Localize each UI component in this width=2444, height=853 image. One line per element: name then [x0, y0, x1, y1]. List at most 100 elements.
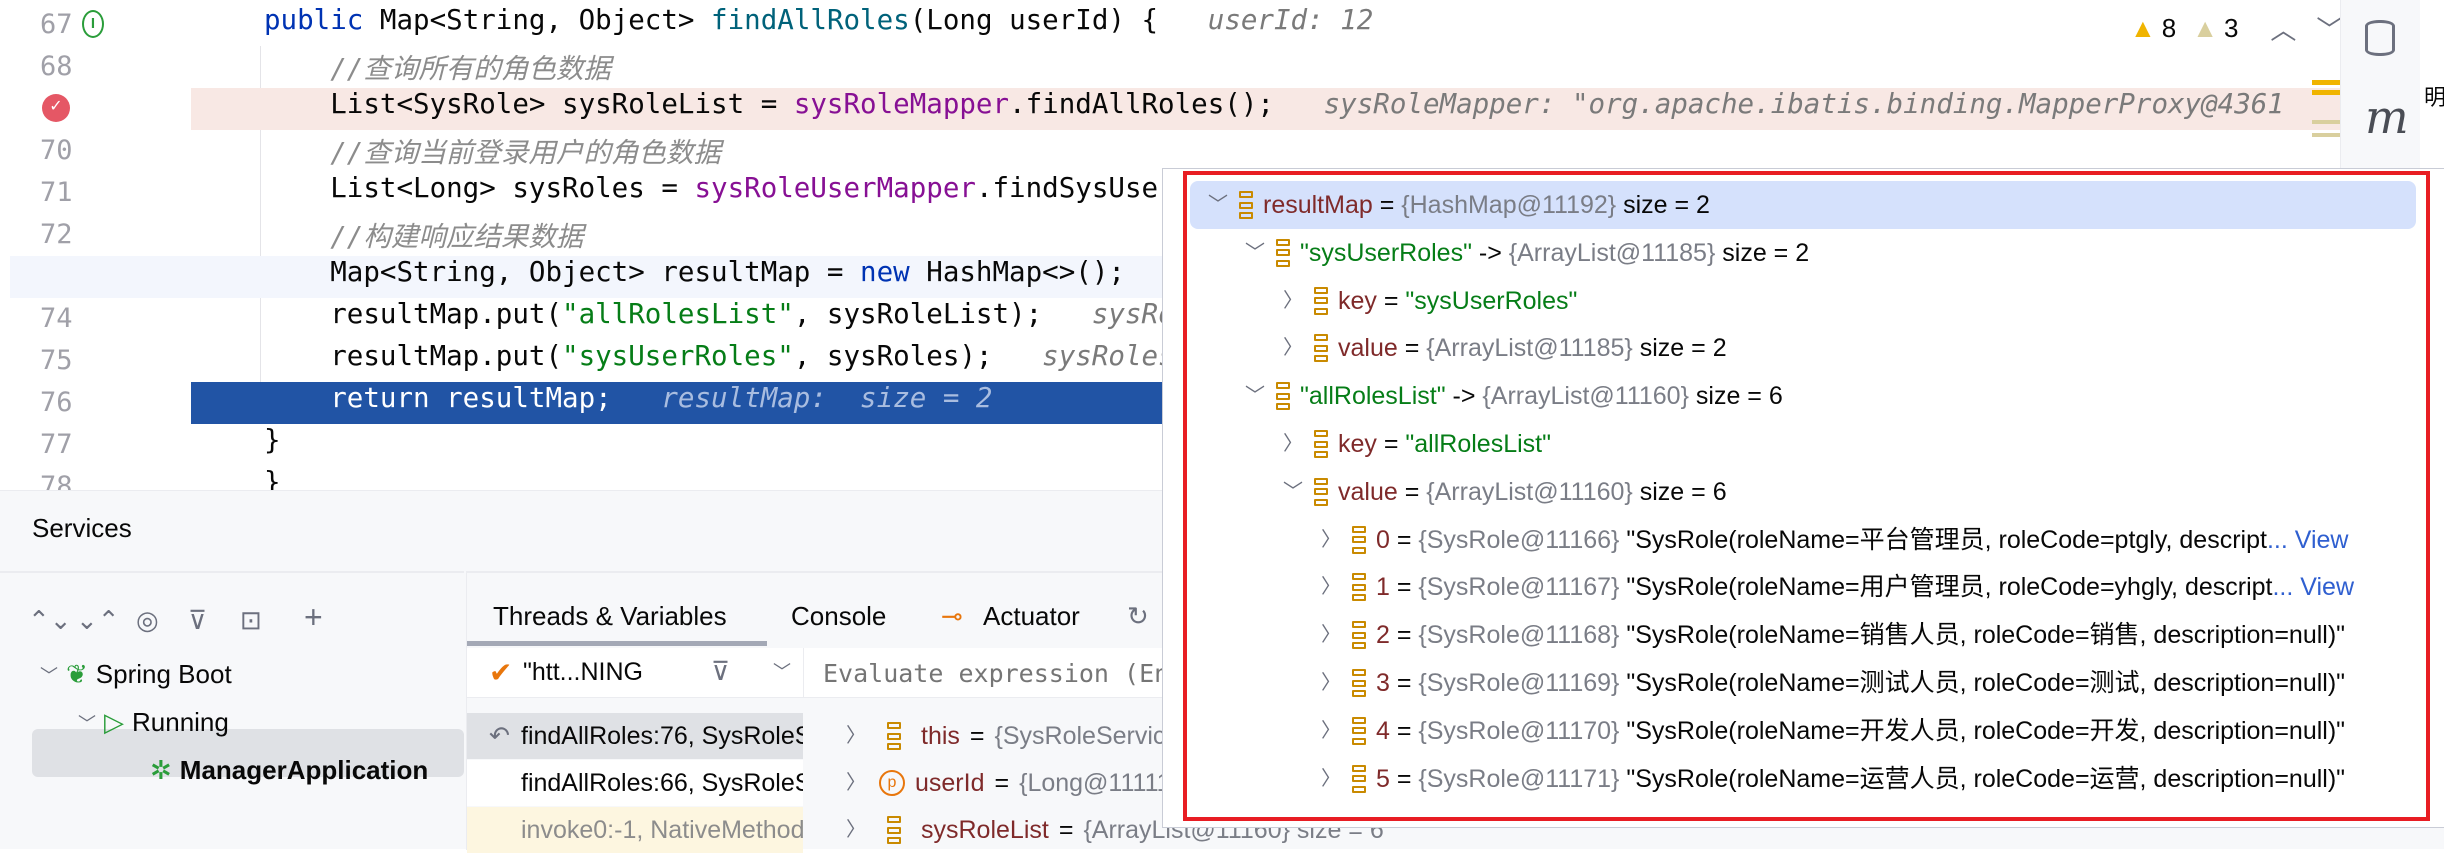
- breakpoint-icon[interactable]: ✓: [42, 94, 70, 122]
- chevron-right-icon[interactable]: 〉: [843, 760, 869, 806]
- scrollbar-marker[interactable]: [2312, 120, 2340, 124]
- chevron-right-icon[interactable]: 〉: [1318, 563, 1344, 611]
- node-value: size = 2: [1616, 191, 1710, 219]
- chevron-down-icon[interactable]: ﹀: [1280, 468, 1306, 516]
- view-link[interactable]: ... View: [2267, 516, 2349, 564]
- node-operator: =: [1376, 286, 1406, 315]
- implements-gutter-icon[interactable]: I: [82, 10, 104, 38]
- chevron-down-icon[interactable]: ﹀: [40, 662, 58, 688]
- tree-label: Running: [132, 707, 229, 737]
- node-operator: =: [1397, 334, 1427, 363]
- line-number[interactable]: 75: [40, 340, 100, 382]
- warning-icon[interactable]: ▲: [2130, 13, 2156, 44]
- inspector-node[interactable]: 〉 value = {ArrayList@11185} size = 2: [1280, 324, 1727, 372]
- chevron-down-icon[interactable]: ﹀: [1205, 181, 1231, 229]
- chevron-right-icon[interactable]: 〉: [1318, 755, 1344, 803]
- actuator-icon: ⊸: [941, 601, 963, 631]
- chevron-right-icon[interactable]: 〉: [1318, 659, 1344, 707]
- node-object-id: {SysRole@11166}: [1418, 525, 1620, 554]
- expand-all-icon[interactable]: ⌃⌄: [28, 605, 72, 636]
- field-icon: [1314, 286, 1328, 315]
- inspector-node[interactable]: 〉 key = "allRolesList": [1280, 420, 1551, 468]
- chevron-right-icon[interactable]: 〉: [843, 713, 869, 759]
- services-tree-pane: ⌃⌄ ⌄⌃ ◎ ⊽ ⊡ + ﹀ ❦ Spring Boot ﹀ ▷ Runnin…: [0, 571, 464, 850]
- line-number[interactable]: 78: [40, 466, 100, 490]
- chevron-down-icon[interactable]: ﹀: [773, 658, 791, 684]
- inspector-node[interactable]: ﹀ "sysUserRoles" -> {ArrayList@11185} siz…: [1242, 229, 1809, 277]
- chevron-right-icon[interactable]: 〉: [1280, 420, 1306, 468]
- check-icon: ✔: [489, 657, 513, 688]
- filter-icon[interactable]: ⊽: [711, 656, 730, 687]
- chevron-right-icon[interactable]: 〉: [1318, 611, 1344, 659]
- inspector-node[interactable]: 〉 1 = {SysRole@11167} "SysRole(roleName=用…: [1318, 563, 2354, 611]
- chevron-down-icon[interactable]: ﹀: [78, 710, 96, 736]
- node-operator: ->: [1445, 382, 1483, 411]
- previous-highlight-icon[interactable]: ︿: [2270, 10, 2296, 47]
- line-number[interactable]: 68: [40, 46, 100, 88]
- code-line[interactable]: public Map<String, Object> findAllRoles(…: [191, 4, 2340, 46]
- code-token: List<Long> sysRoles =: [264, 172, 695, 204]
- stack-frame[interactable]: ↶ findAllRoles:76, SysRoleServiceImpl: [467, 713, 803, 759]
- tree-item-manager-application[interactable]: ✲ ManagerApplication: [150, 755, 428, 786]
- code-token: }: [264, 466, 281, 490]
- inspector-node[interactable]: 〉 key = "sysUserRoles": [1280, 277, 1577, 325]
- maven-icon[interactable]: m: [2365, 90, 2409, 144]
- node-value: size = 2: [1715, 238, 1810, 267]
- line-number[interactable]: 76: [40, 382, 100, 424]
- inspector-node[interactable]: 〉 4 = {SysRole@11170} "SysRole(roleName=开…: [1318, 707, 2345, 755]
- rerun-icon[interactable]: ↻: [1127, 601, 1149, 632]
- variable-row[interactable]: 〉 p userId = {Long@11111} 12: [803, 760, 1214, 806]
- inspector-node[interactable]: ﹀ resultMap = {HashMap@11192} size = 2: [1190, 181, 2416, 229]
- inspector-node[interactable]: ﹀ "allRolesList" -> {ArrayList@11160} siz…: [1242, 372, 1783, 420]
- database-icon[interactable]: [2365, 20, 2395, 56]
- tab-threads-variables[interactable]: Threads & Variables: [493, 601, 727, 632]
- stack-frame[interactable]: findAllRoles:66, SysRoleServiceImpl: [467, 760, 803, 806]
- line-number[interactable]: 74: [40, 298, 100, 340]
- filter-icon[interactable]: ⊽: [188, 605, 207, 636]
- chevron-right-icon[interactable]: 〉: [1318, 516, 1344, 564]
- node-name: value: [1338, 334, 1398, 363]
- view-link[interactable]: ... View: [2272, 563, 2354, 611]
- field-icon: [1314, 477, 1328, 506]
- field-icon: [1352, 764, 1366, 793]
- thread-selector[interactable]: "htt...NING: [523, 658, 643, 687]
- code-token: //查询当前登录用户的角色数据: [264, 137, 721, 169]
- tree-item-running[interactable]: ﹀ ▷ Running: [78, 707, 229, 738]
- debug-bug-icon: ✲: [150, 755, 172, 785]
- inspector-node[interactable]: 〉 5 = {SysRole@11171} "SysRole(roleName=运…: [1318, 755, 2345, 803]
- chevron-down-icon[interactable]: ﹀: [1242, 229, 1268, 277]
- node-operator: =: [1376, 430, 1406, 458]
- inspector-node[interactable]: ﹀ value = {ArrayList@11160} size = 6: [1280, 468, 1727, 516]
- line-number[interactable]: 72: [40, 214, 100, 256]
- tree-item-spring-boot[interactable]: ﹀ ❦ Spring Boot: [40, 659, 232, 690]
- line-number[interactable]: 70: [40, 130, 100, 172]
- code-line[interactable]: List<SysRole> sysRoleList = sysRoleMappe…: [191, 88, 2340, 130]
- chevron-right-icon[interactable]: 〉: [1280, 277, 1306, 325]
- view-options-icon[interactable]: ◎: [136, 605, 159, 636]
- tab-console[interactable]: Console: [791, 601, 886, 632]
- scrollbar-marker[interactable]: [2312, 80, 2340, 85]
- line-number[interactable]: 77: [40, 424, 100, 466]
- code-line[interactable]: //查询当前登录用户的角色数据: [191, 130, 2340, 172]
- new-tab-icon[interactable]: ⊡: [240, 605, 262, 636]
- weak-warning-icon[interactable]: ▲: [2192, 13, 2218, 44]
- line-number[interactable]: 71: [40, 172, 100, 214]
- chevron-down-icon[interactable]: ﹀: [1242, 372, 1268, 420]
- inspector-node[interactable]: 〉 0 = {SysRole@11166} "SysRole(roleName=平…: [1318, 516, 2348, 564]
- chevron-right-icon[interactable]: 〉: [1280, 324, 1306, 372]
- stack-frame[interactable]: invoke0:-1, NativeMethodAccessorImpl: [467, 807, 803, 853]
- next-highlight-icon[interactable]: ﹀: [2316, 10, 2340, 47]
- add-service-icon[interactable]: +: [304, 599, 323, 636]
- weak-warning-count[interactable]: 3: [2224, 13, 2238, 44]
- chevron-right-icon[interactable]: 〉: [1318, 707, 1344, 755]
- chevron-right-icon[interactable]: 〉: [843, 807, 869, 853]
- tab-actuator[interactable]: Actuator: [983, 601, 1080, 632]
- return-icon: ↶: [489, 722, 510, 750]
- code-line[interactable]: //查询所有的角色数据: [191, 46, 2340, 88]
- inspector-node[interactable]: 〉 3 = {SysRole@11169} "SysRole(roleName=测…: [1318, 659, 2345, 707]
- scrollbar-marker[interactable]: [2312, 90, 2340, 95]
- inspector-node[interactable]: 〉 2 = {SysRole@11168} "SysRole(roleName=销…: [1318, 611, 2345, 659]
- collapse-all-icon[interactable]: ⌄⌃: [76, 605, 120, 636]
- warning-count[interactable]: 8: [2162, 13, 2176, 44]
- scrollbar-marker[interactable]: [2312, 133, 2340, 137]
